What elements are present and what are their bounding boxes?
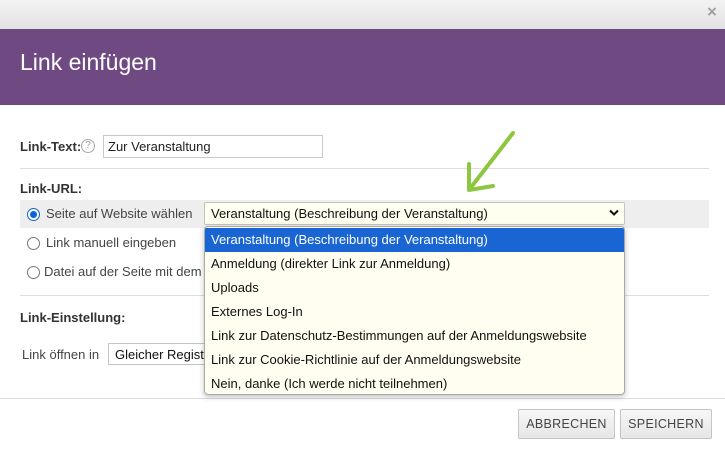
radio-manual-link[interactable]	[27, 237, 40, 250]
radio-page-on-website[interactable]	[27, 208, 40, 221]
dialog-title: Link einfügen	[20, 49, 157, 75]
dialog-footer: ABBRECHEN SPEICHERN	[0, 398, 725, 450]
dropdown-option[interactable]: Link zur Datenschutz-Bestimmungen auf de…	[205, 324, 624, 348]
help-icon[interactable]: ?	[81, 139, 95, 153]
dropdown-option[interactable]: Externes Log-In	[205, 300, 624, 324]
dialog-topbar: ×	[0, 0, 725, 29]
save-button[interactable]: SPEICHERN	[620, 409, 712, 439]
radio-file-on-page[interactable]	[27, 266, 40, 279]
dropdown-option[interactable]: Veranstaltung (Beschreibung der Veransta…	[205, 228, 624, 252]
open-in-select-value: Gleicher Regist	[115, 347, 204, 362]
page-select-value: Veranstaltung (Beschreibung der Veransta…	[211, 206, 488, 221]
link-text-input[interactable]	[103, 135, 323, 158]
dropdown-option[interactable]: Uploads	[205, 276, 624, 300]
green-arrow-icon	[467, 131, 515, 192]
page-select[interactable]: Veranstaltung (Beschreibung der Veransta…	[204, 202, 625, 225]
cancel-button[interactable]: ABBRECHEN	[518, 409, 615, 439]
open-in-label: Link öffnen in	[22, 347, 100, 362]
dropdown-option[interactable]: Nein, danke (Ich werde nicht teilnehmen)	[205, 372, 624, 394]
open-in-select[interactable]: Gleicher Regist	[108, 343, 208, 365]
link-settings-label: Link-Einstellung:	[20, 310, 126, 325]
divider	[20, 168, 709, 169]
dropdown-option[interactable]: Link zur Cookie-Richtlinie auf der Anmel…	[205, 348, 624, 372]
close-icon[interactable]: ×	[705, 5, 719, 19]
link-text-label: Link-Text:	[20, 139, 82, 154]
dropdown-option[interactable]: Anmeldung (direkter Link zur Anmeldung)	[205, 252, 624, 276]
radio-label-page-on-website: Seite auf Website wählen	[46, 206, 193, 221]
page-select-dropdown: Veranstaltung (Beschreibung der Veransta…	[204, 226, 625, 395]
link-url-label: Link-URL:	[20, 181, 83, 196]
chevron-down-icon	[609, 209, 619, 216]
radio-label-file-on-page: Datei auf der Seite mit dem	[44, 264, 202, 279]
radio-label-manual-link: Link manuell eingeben	[46, 235, 177, 250]
dialog-header: Link einfügen	[0, 29, 725, 105]
insert-link-dialog: × Link einfügen Link-Text: ? Link-URL: S…	[0, 0, 725, 450]
